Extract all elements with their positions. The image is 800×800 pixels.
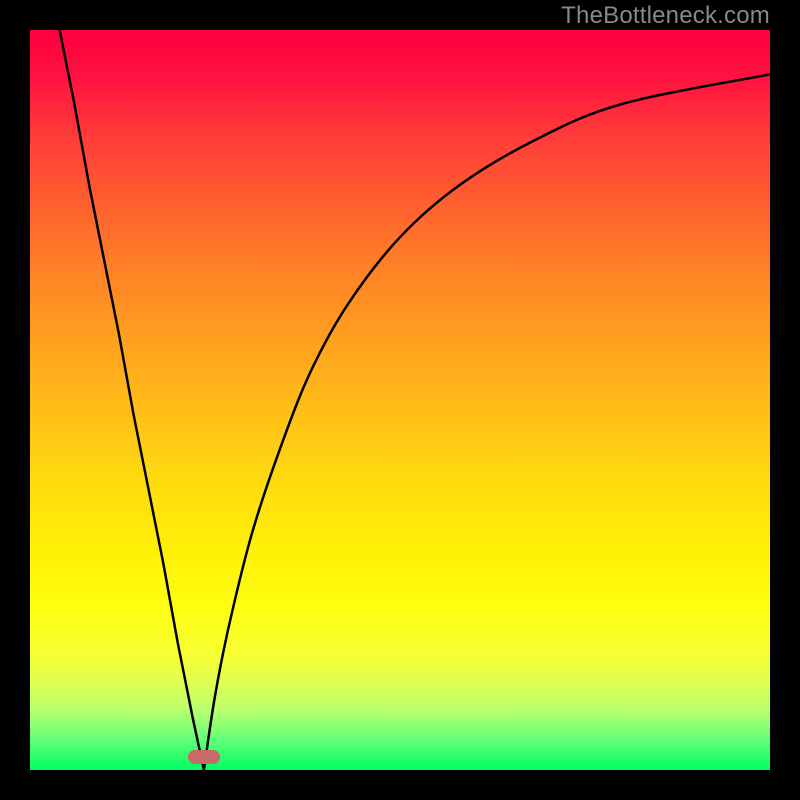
plot-area	[30, 30, 770, 770]
optimum-marker	[188, 750, 220, 764]
watermark-text: TheBottleneck.com	[561, 2, 770, 30]
bottleneck-curve	[30, 30, 770, 770]
